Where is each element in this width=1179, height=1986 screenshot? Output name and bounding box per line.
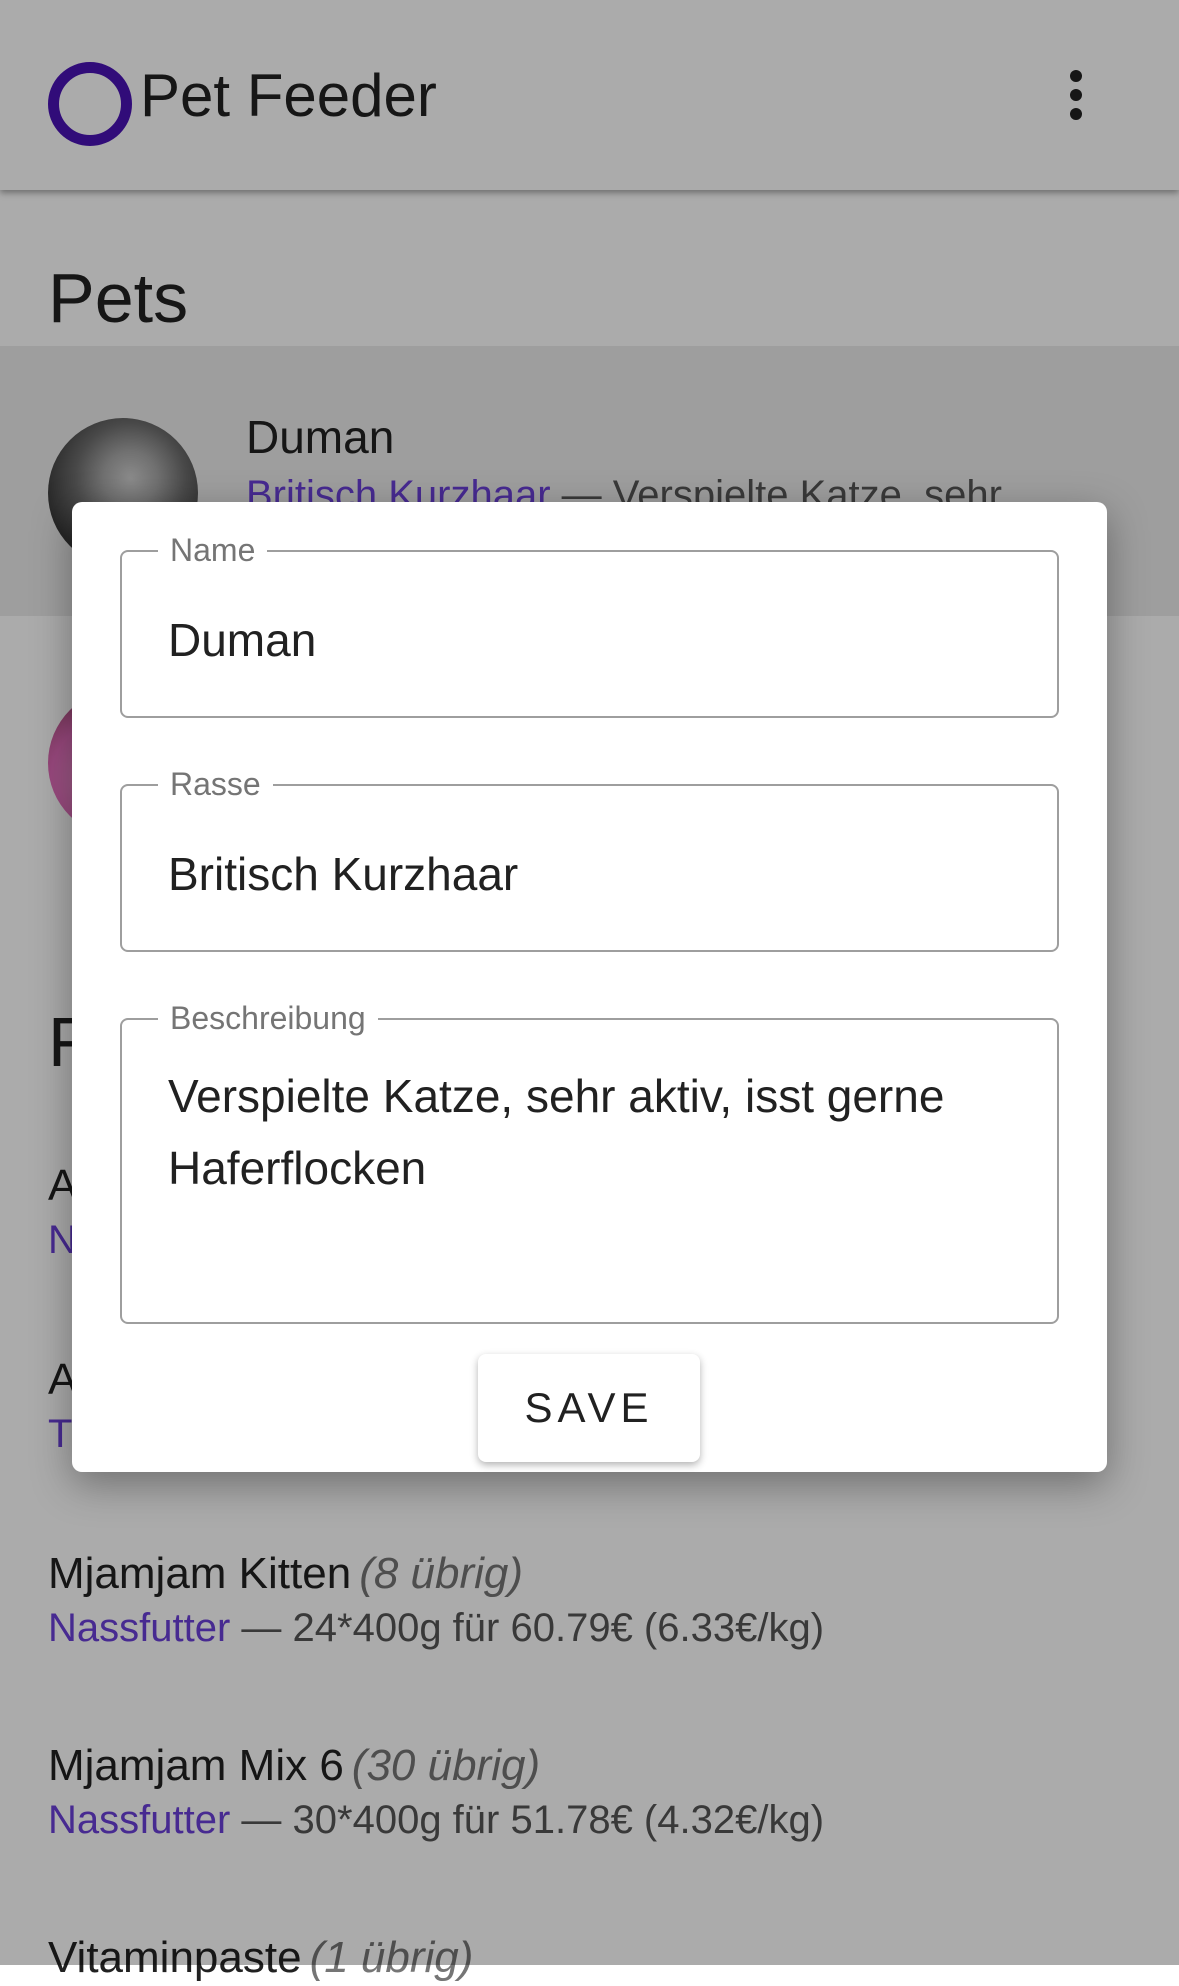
description-field[interactable]: Beschreibung Verspielte Katze, sehr akti… [120,998,1059,1324]
breed-field[interactable]: Rasse Britisch Kurzhaar [120,764,1059,952]
name-field-value[interactable]: Duman [168,604,316,676]
breed-field-label: Rasse [158,764,273,804]
description-field-value[interactable]: Verspielte Katze, sehr aktiv, isst gerne… [168,1060,1018,1204]
save-button[interactable]: SAVE [478,1354,700,1462]
name-field-label: Name [158,530,268,570]
edit-pet-dialog: Name Duman Rasse Britisch Kurzhaar Besch… [72,502,1107,1472]
breed-field-value[interactable]: Britisch Kurzhaar [168,838,518,910]
description-field-label: Beschreibung [158,998,378,1038]
name-field[interactable]: Name Duman [120,530,1059,718]
